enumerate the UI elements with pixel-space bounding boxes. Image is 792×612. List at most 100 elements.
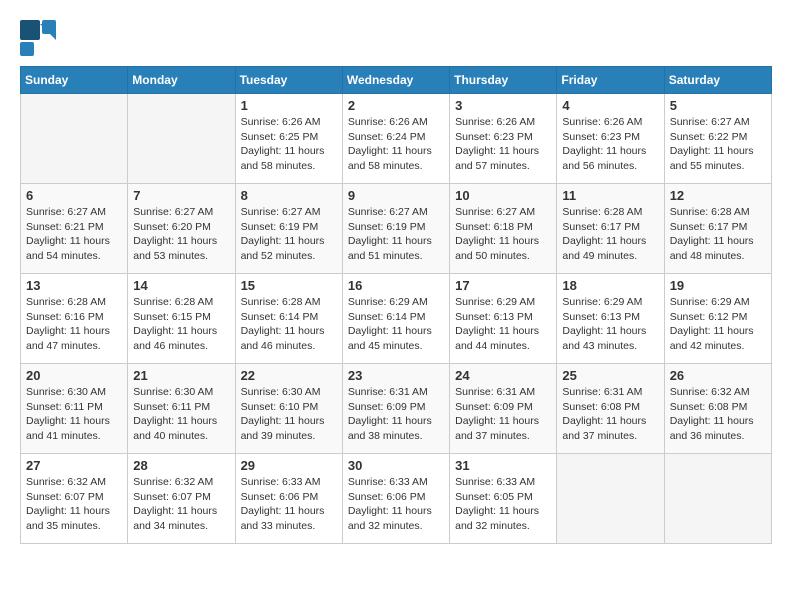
calendar-cell bbox=[128, 94, 235, 184]
calendar-cell: 16 Sunrise: 6:29 AMSunset: 6:14 PMDayligh… bbox=[342, 274, 449, 364]
calendar-cell: 29 Sunrise: 6:33 AMSunset: 6:06 PMDayligh… bbox=[235, 454, 342, 544]
calendar-cell bbox=[21, 94, 128, 184]
calendar-cell: 15 Sunrise: 6:28 AMSunset: 6:14 PMDayligh… bbox=[235, 274, 342, 364]
day-number: 4 bbox=[562, 98, 658, 113]
day-info: Sunrise: 6:30 AMSunset: 6:11 PMDaylight:… bbox=[133, 385, 229, 444]
calendar-cell: 17 Sunrise: 6:29 AMSunset: 6:13 PMDayligh… bbox=[450, 274, 557, 364]
weekday-header-cell: Saturday bbox=[664, 67, 771, 94]
day-info: Sunrise: 6:27 AMSunset: 6:20 PMDaylight:… bbox=[133, 205, 229, 264]
day-info: Sunrise: 6:32 AMSunset: 6:07 PMDaylight:… bbox=[133, 475, 229, 534]
calendar-week-row: 1 Sunrise: 6:26 AMSunset: 6:25 PMDaylight… bbox=[21, 94, 772, 184]
calendar-cell: 25 Sunrise: 6:31 AMSunset: 6:08 PMDayligh… bbox=[557, 364, 664, 454]
calendar-cell: 10 Sunrise: 6:27 AMSunset: 6:18 PMDayligh… bbox=[450, 184, 557, 274]
day-number: 13 bbox=[26, 278, 122, 293]
day-info: Sunrise: 6:31 AMSunset: 6:08 PMDaylight:… bbox=[562, 385, 658, 444]
day-info: Sunrise: 6:31 AMSunset: 6:09 PMDaylight:… bbox=[455, 385, 551, 444]
day-info: Sunrise: 6:29 AMSunset: 6:13 PMDaylight:… bbox=[455, 295, 551, 354]
calendar-week-row: 13 Sunrise: 6:28 AMSunset: 6:16 PMDayligh… bbox=[21, 274, 772, 364]
logo-icon bbox=[20, 20, 56, 56]
calendar-body: 1 Sunrise: 6:26 AMSunset: 6:25 PMDaylight… bbox=[21, 94, 772, 544]
calendar-cell: 21 Sunrise: 6:30 AMSunset: 6:11 PMDayligh… bbox=[128, 364, 235, 454]
day-info: Sunrise: 6:32 AMSunset: 6:08 PMDaylight:… bbox=[670, 385, 766, 444]
day-number: 27 bbox=[26, 458, 122, 473]
day-info: Sunrise: 6:26 AMSunset: 6:24 PMDaylight:… bbox=[348, 115, 444, 174]
day-info: Sunrise: 6:29 AMSunset: 6:13 PMDaylight:… bbox=[562, 295, 658, 354]
calendar-cell: 2Sunrise: 6:26 AMSunset: 6:24 PMDaylight… bbox=[342, 94, 449, 184]
calendar-cell: 20 Sunrise: 6:30 AMSunset: 6:11 PMDayligh… bbox=[21, 364, 128, 454]
day-number: 12 bbox=[670, 188, 766, 203]
calendar-week-row: 20 Sunrise: 6:30 AMSunset: 6:11 PMDayligh… bbox=[21, 364, 772, 454]
day-info: Sunrise: 6:29 AMSunset: 6:12 PMDaylight:… bbox=[670, 295, 766, 354]
calendar-cell: 8Sunrise: 6:27 AMSunset: 6:19 PMDaylight… bbox=[235, 184, 342, 274]
day-info: Sunrise: 6:28 AMSunset: 6:17 PMDaylight:… bbox=[562, 205, 658, 264]
day-number: 9 bbox=[348, 188, 444, 203]
day-info: Sunrise: 6:26 AMSunset: 6:23 PMDaylight:… bbox=[455, 115, 551, 174]
calendar-cell: 22Sunrise: 6:30 AMSunset: 6:10 PMDayligh… bbox=[235, 364, 342, 454]
day-info: Sunrise: 6:28 AMSunset: 6:14 PMDaylight:… bbox=[241, 295, 337, 354]
calendar-cell: 6Sunrise: 6:27 AMSunset: 6:21 PMDaylight… bbox=[21, 184, 128, 274]
weekday-header-cell: Monday bbox=[128, 67, 235, 94]
calendar-cell: 31 Sunrise: 6:33 AMSunset: 6:05 PMDayligh… bbox=[450, 454, 557, 544]
day-number: 3 bbox=[455, 98, 551, 113]
weekday-header-cell: Friday bbox=[557, 67, 664, 94]
day-info: Sunrise: 6:27 AMSunset: 6:18 PMDaylight:… bbox=[455, 205, 551, 264]
calendar-cell: 1 Sunrise: 6:26 AMSunset: 6:25 PMDaylight… bbox=[235, 94, 342, 184]
day-number: 20 bbox=[26, 368, 122, 383]
calendar-cell: 14Sunrise: 6:28 AMSunset: 6:15 PMDayligh… bbox=[128, 274, 235, 364]
calendar-cell: 4 Sunrise: 6:26 AMSunset: 6:23 PMDaylight… bbox=[557, 94, 664, 184]
day-number: 1 bbox=[241, 98, 337, 113]
day-number: 31 bbox=[455, 458, 551, 473]
day-number: 30 bbox=[348, 458, 444, 473]
day-number: 15 bbox=[241, 278, 337, 293]
weekday-header-cell: Sunday bbox=[21, 67, 128, 94]
day-info: Sunrise: 6:28 AMSunset: 6:16 PMDaylight:… bbox=[26, 295, 122, 354]
day-info: Sunrise: 6:27 AMSunset: 6:22 PMDaylight:… bbox=[670, 115, 766, 174]
day-info: Sunrise: 6:30 AMSunset: 6:11 PMDaylight:… bbox=[26, 385, 122, 444]
calendar-cell bbox=[664, 454, 771, 544]
calendar-cell: 26Sunrise: 6:32 AMSunset: 6:08 PMDayligh… bbox=[664, 364, 771, 454]
calendar-cell: 27 Sunrise: 6:32 AMSunset: 6:07 PMDayligh… bbox=[21, 454, 128, 544]
day-info: Sunrise: 6:32 AMSunset: 6:07 PMDaylight:… bbox=[26, 475, 122, 534]
day-info: Sunrise: 6:28 AMSunset: 6:17 PMDaylight:… bbox=[670, 205, 766, 264]
day-info: Sunrise: 6:27 AMSunset: 6:19 PMDaylight:… bbox=[241, 205, 337, 264]
calendar-cell: 30 Sunrise: 6:33 AMSunset: 6:06 PMDayligh… bbox=[342, 454, 449, 544]
calendar-cell bbox=[557, 454, 664, 544]
calendar-week-row: 27 Sunrise: 6:32 AMSunset: 6:07 PMDayligh… bbox=[21, 454, 772, 544]
calendar-cell: 5 Sunrise: 6:27 AMSunset: 6:22 PMDaylight… bbox=[664, 94, 771, 184]
day-info: Sunrise: 6:29 AMSunset: 6:14 PMDaylight:… bbox=[348, 295, 444, 354]
day-info: Sunrise: 6:33 AMSunset: 6:06 PMDaylight:… bbox=[348, 475, 444, 534]
day-info: Sunrise: 6:30 AMSunset: 6:10 PMDaylight:… bbox=[241, 385, 337, 444]
page-header bbox=[20, 20, 772, 56]
calendar-cell: 12 Sunrise: 6:28 AMSunset: 6:17 PMDayligh… bbox=[664, 184, 771, 274]
calendar-table: SundayMondayTuesdayWednesdayThursdayFrid… bbox=[20, 66, 772, 544]
day-number: 21 bbox=[133, 368, 229, 383]
day-number: 18 bbox=[562, 278, 658, 293]
day-info: Sunrise: 6:28 AMSunset: 6:15 PMDaylight:… bbox=[133, 295, 229, 354]
day-number: 11 bbox=[562, 188, 658, 203]
calendar-cell: 11 Sunrise: 6:28 AMSunset: 6:17 PMDayligh… bbox=[557, 184, 664, 274]
day-info: Sunrise: 6:33 AMSunset: 6:05 PMDaylight:… bbox=[455, 475, 551, 534]
day-number: 28 bbox=[133, 458, 229, 473]
day-number: 29 bbox=[241, 458, 337, 473]
day-number: 17 bbox=[455, 278, 551, 293]
day-info: Sunrise: 6:26 AMSunset: 6:25 PMDaylight:… bbox=[241, 115, 337, 174]
calendar-cell: 23 Sunrise: 6:31 AMSunset: 6:09 PMDayligh… bbox=[342, 364, 449, 454]
calendar-cell: 18 Sunrise: 6:29 AMSunset: 6:13 PMDayligh… bbox=[557, 274, 664, 364]
day-number: 7 bbox=[133, 188, 229, 203]
day-info: Sunrise: 6:31 AMSunset: 6:09 PMDaylight:… bbox=[348, 385, 444, 444]
day-number: 16 bbox=[348, 278, 444, 293]
weekday-header-cell: Wednesday bbox=[342, 67, 449, 94]
day-info: Sunrise: 6:26 AMSunset: 6:23 PMDaylight:… bbox=[562, 115, 658, 174]
calendar-cell: 28 Sunrise: 6:32 AMSunset: 6:07 PMDayligh… bbox=[128, 454, 235, 544]
day-number: 10 bbox=[455, 188, 551, 203]
day-info: Sunrise: 6:33 AMSunset: 6:06 PMDaylight:… bbox=[241, 475, 337, 534]
day-number: 24 bbox=[455, 368, 551, 383]
day-number: 25 bbox=[562, 368, 658, 383]
day-info: Sunrise: 6:27 AMSunset: 6:19 PMDaylight:… bbox=[348, 205, 444, 264]
calendar-cell: 9 Sunrise: 6:27 AMSunset: 6:19 PMDaylight… bbox=[342, 184, 449, 274]
weekday-header-row: SundayMondayTuesdayWednesdayThursdayFrid… bbox=[21, 67, 772, 94]
day-number: 5 bbox=[670, 98, 766, 113]
day-number: 23 bbox=[348, 368, 444, 383]
day-number: 19 bbox=[670, 278, 766, 293]
weekday-header-cell: Tuesday bbox=[235, 67, 342, 94]
